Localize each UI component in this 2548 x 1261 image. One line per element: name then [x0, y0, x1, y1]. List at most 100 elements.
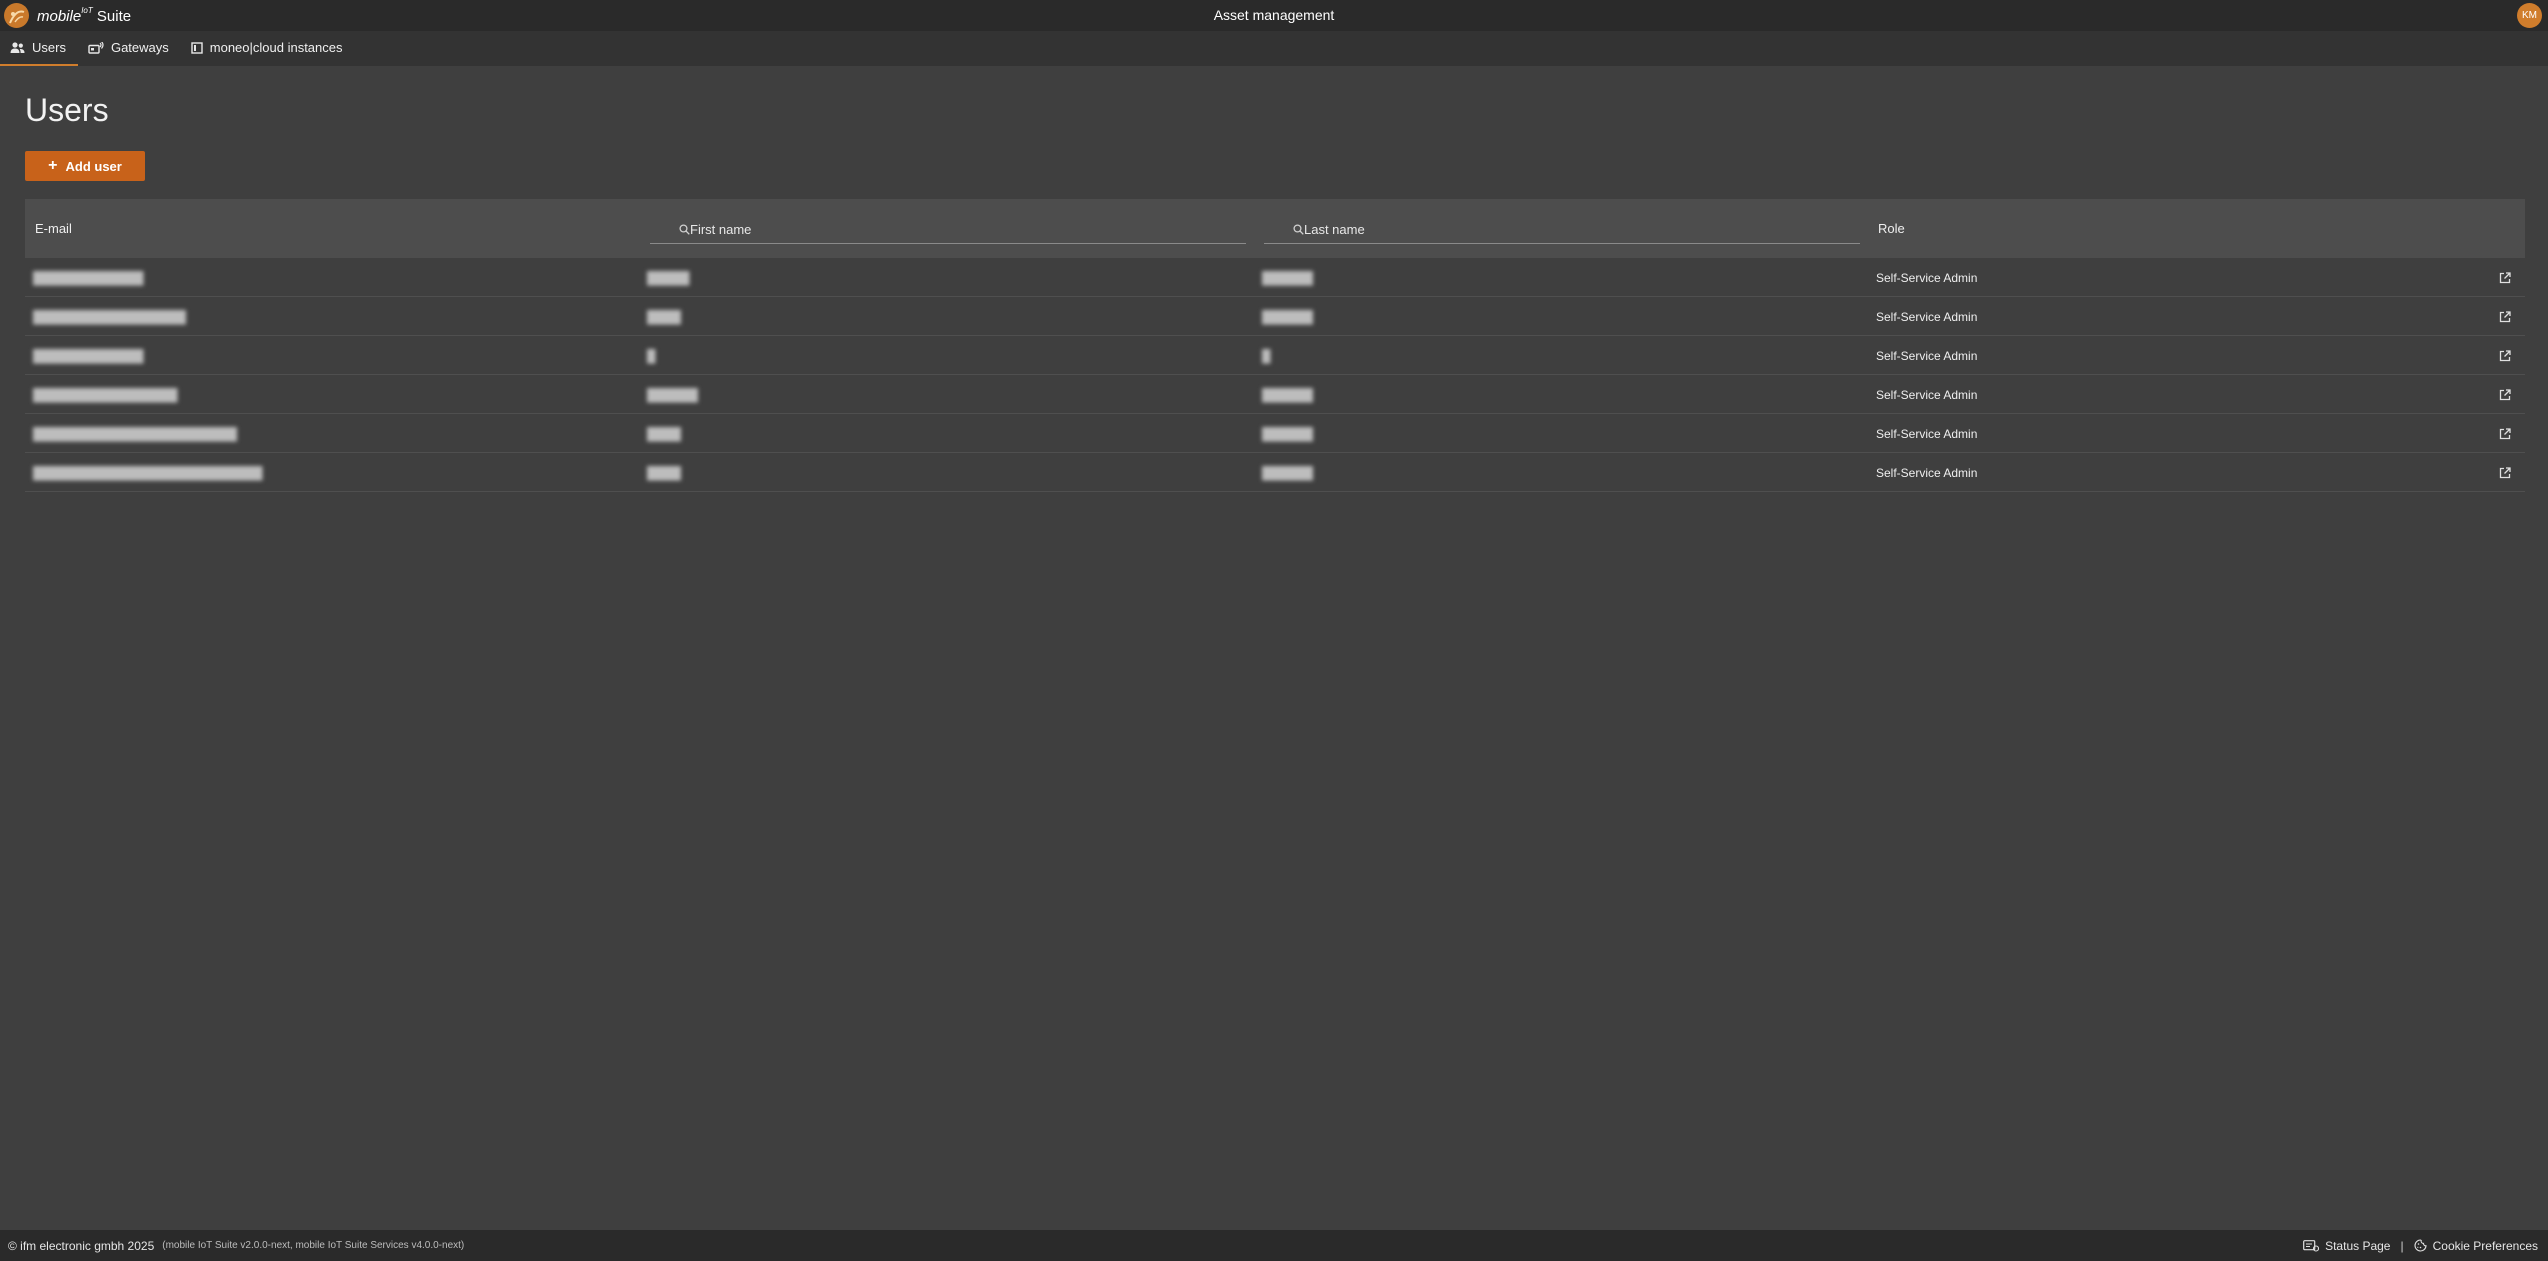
table-row[interactable]: █████████████████ ██████ ██████ Self-Ser…: [25, 375, 2525, 414]
column-header-last-name: [1264, 199, 1860, 258]
first-name-value: █████: [647, 270, 690, 285]
tab-gateways[interactable]: Gateways: [78, 31, 181, 66]
cookie-preferences-label: Cookie Preferences: [2432, 1238, 2538, 1253]
table-row[interactable]: ██████████████████ ████ ██████ Self-Serv…: [25, 297, 2525, 336]
brand-prefix: mobile: [37, 8, 82, 25]
ifm-logo-icon: [4, 3, 29, 28]
cell-first-name: █████: [647, 258, 690, 297]
table-header: E-mail Role: [25, 199, 2525, 258]
last-name-value: ██████: [1262, 465, 1314, 480]
users-icon: [10, 41, 25, 53]
external-link-icon: [2499, 349, 2511, 361]
brand-suffix: Suite: [96, 8, 132, 25]
cell-first-name: ████: [647, 414, 681, 453]
brand-name: mobileIoT Suite: [37, 6, 131, 25]
open-user-button[interactable]: [2499, 375, 2511, 414]
first-name-value: ████: [647, 426, 682, 441]
cell-email: ██████████████████: [33, 297, 186, 336]
search-icon: [679, 223, 690, 235]
column-header-email[interactable]: E-mail: [35, 199, 72, 258]
email-value: ████████████████████████: [33, 426, 238, 441]
last-name-value: ██████: [1262, 309, 1314, 324]
email-value: █████████████: [33, 270, 144, 285]
external-link-icon: [2499, 466, 2511, 478]
app-title: Asset management: [1213, 7, 1335, 23]
cell-last-name: ██████: [1262, 375, 1313, 414]
last-name-value: ██████: [1262, 270, 1314, 285]
brand[interactable]: mobileIoT Suite: [0, 0, 131, 31]
cell-role: Self-Service Admin: [1876, 465, 1978, 480]
cell-first-name: ████: [647, 297, 681, 336]
cell-role: Self-Service Admin: [1876, 426, 1978, 441]
open-user-button[interactable]: [2499, 258, 2511, 297]
external-link-icon: [2499, 388, 2511, 400]
tab-moneo-cloud-instances[interactable]: moneo|cloud instances: [181, 31, 355, 66]
first-name-value: █: [647, 348, 656, 363]
cell-role: Self-Service Admin: [1876, 270, 1978, 285]
cell-last-name: ██████: [1262, 453, 1313, 492]
last-name-filter-input[interactable]: [1292, 220, 1860, 238]
top-app-bar: mobileIoT Suite Asset management KM: [0, 0, 2548, 31]
cell-email: █████████████: [33, 336, 144, 375]
version-info: (mobile IoT Suite v2.0.0-next, mobile Io…: [162, 1240, 465, 1251]
cell-first-name: █: [647, 336, 656, 375]
first-name-value: ████: [647, 465, 682, 480]
plus-icon: +: [48, 157, 58, 174]
external-link-icon: [2499, 271, 2511, 283]
external-link-icon: [2499, 310, 2511, 322]
tab-users-label: Users: [32, 40, 66, 55]
cookie-preferences-link[interactable]: Cookie Preferences: [2414, 1239, 2538, 1253]
tab-gateways-label: Gateways: [110, 40, 169, 55]
table-row[interactable]: ███████████████████████████ ████ ██████ …: [25, 453, 2525, 492]
column-header-first-name: [650, 199, 1246, 258]
cookie-icon: [2414, 1239, 2427, 1252]
cell-email: ███████████████████████████: [33, 453, 263, 492]
cell-email: █████████████: [33, 258, 144, 297]
cell-last-name: ██████: [1262, 414, 1313, 453]
email-value: ██████████████████: [33, 309, 187, 324]
user-avatar[interactable]: KM: [2517, 3, 2542, 28]
email-value: ███████████████████████████: [33, 465, 263, 480]
cell-role: Self-Service Admin: [1876, 348, 1978, 363]
add-user-button-label: Add user: [65, 158, 122, 174]
open-user-button[interactable]: [2499, 297, 2511, 336]
table-body: █████████████ █████ ██████ Self-Service …: [25, 258, 2525, 492]
cell-last-name: ██████: [1262, 297, 1313, 336]
gateway-icon: [88, 41, 104, 54]
status-page-link[interactable]: Status Page: [2303, 1239, 2390, 1253]
last-name-filter: [1264, 216, 1860, 244]
table-row[interactable]: █████████████ █████ ██████ Self-Service …: [25, 258, 2525, 297]
cell-first-name: ██████: [647, 375, 698, 414]
last-name-value: ██████: [1262, 387, 1314, 402]
footer-separator: |: [2400, 1238, 2404, 1253]
page-title: Users: [25, 92, 109, 128]
cell-role: Self-Service Admin: [1876, 387, 1978, 402]
first-name-filter-input[interactable]: [678, 220, 1246, 238]
instance-icon: [191, 41, 203, 54]
first-name-value: ████: [647, 309, 682, 324]
first-name-filter: [650, 216, 1246, 244]
add-user-button[interactable]: + Add user: [25, 151, 145, 181]
footer: © ifm electronic gmbh 2025 (mobile IoT S…: [0, 1230, 2548, 1261]
table-row[interactable]: █████████████ █ █ Self-Service Admin: [25, 336, 2525, 375]
footer-links: Status Page | Cookie Preferences: [2303, 1230, 2538, 1261]
status-page-label: Status Page: [2325, 1238, 2391, 1253]
open-user-button[interactable]: [2499, 453, 2511, 492]
open-user-button[interactable]: [2499, 414, 2511, 453]
search-icon: [1293, 223, 1304, 235]
column-header-role[interactable]: Role: [1878, 199, 1905, 258]
tab-moneo-cloud-instances-label: moneo|cloud instances: [209, 40, 343, 55]
status-page-icon: [2303, 1239, 2320, 1252]
last-name-value: ██████: [1262, 426, 1314, 441]
copyright: © ifm electronic gmbh 2025: [8, 1238, 155, 1253]
open-user-button[interactable]: [2499, 336, 2511, 375]
last-name-value: █: [1262, 348, 1271, 363]
cell-first-name: ████: [647, 453, 681, 492]
external-link-icon: [2499, 427, 2511, 439]
tab-users[interactable]: Users: [0, 31, 78, 66]
users-table: E-mail Role █████████████: [25, 199, 2525, 492]
email-value: █████████████: [33, 348, 144, 363]
table-row[interactable]: ████████████████████████ ████ ██████ Sel…: [25, 414, 2525, 453]
cell-email: ████████████████████████: [33, 414, 237, 453]
email-value: █████████████████: [33, 387, 178, 402]
